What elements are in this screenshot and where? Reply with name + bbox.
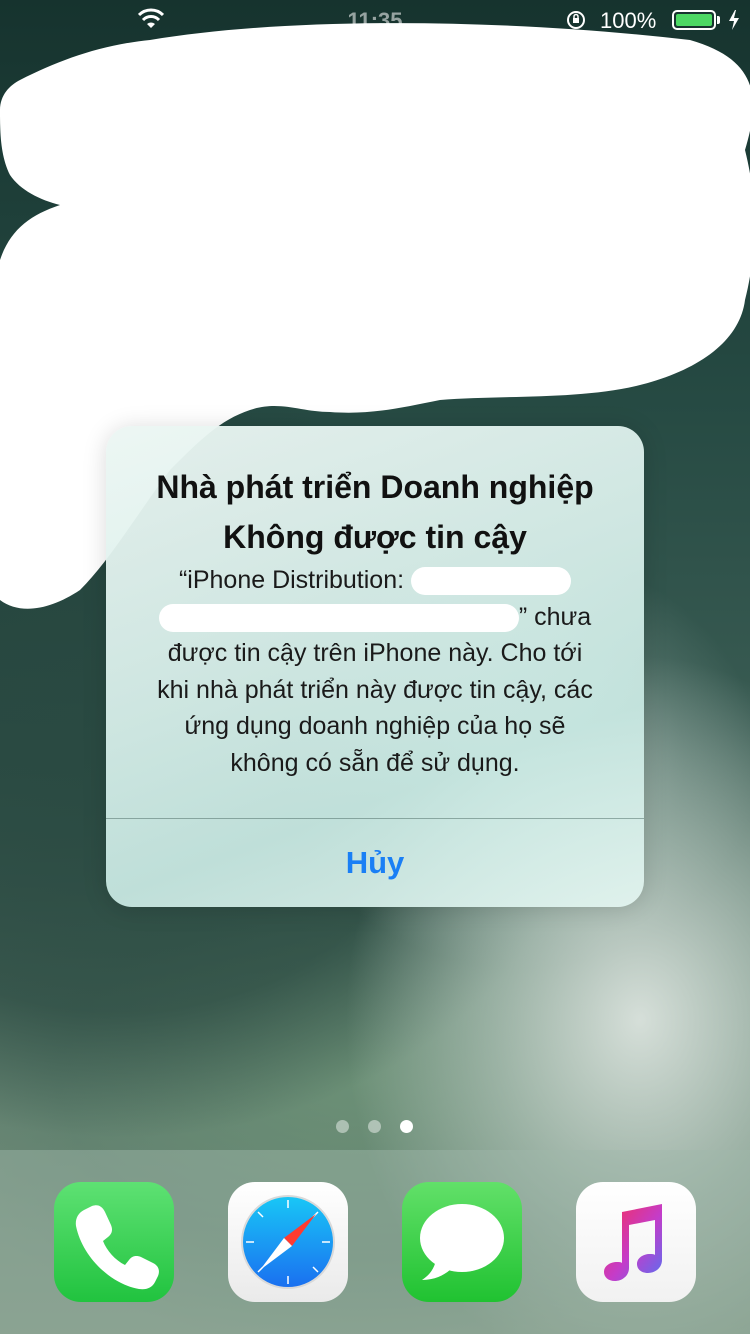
battery-tip <box>717 16 720 24</box>
wifi-icon <box>137 8 165 30</box>
message-line4: khi nhà phát triển này được tin cậy, các <box>157 675 593 704</box>
status-bar: 11:35 100% <box>0 0 750 40</box>
message-line5: ứng dụng doanh nghiệp của họ sẽ <box>184 712 566 740</box>
battery-percent: 100% <box>600 8 657 33</box>
page-dot-active <box>400 1120 413 1133</box>
status-time: 11:35 <box>347 8 403 33</box>
page-dot <box>336 1120 349 1133</box>
battery-icon <box>672 10 716 30</box>
charging-icon <box>727 9 741 31</box>
safari-icon <box>241 1195 335 1289</box>
orientation-lock-icon <box>566 10 586 30</box>
message-line3: được tin cậy trên iPhone này. Cho tới <box>167 639 583 667</box>
message-redaction <box>158 603 519 632</box>
page-indicator[interactable] <box>336 1120 416 1134</box>
message-line2-suffix: ” chưa <box>518 602 592 631</box>
battery-fill <box>676 14 712 26</box>
phone-app-icon[interactable] <box>54 1182 174 1302</box>
message-redaction <box>411 567 572 596</box>
safari-app-icon[interactable] <box>228 1182 348 1302</box>
untrusted-developer-alert: Nhà phát triển Doanh nghiệp Không được t… <box>106 426 644 907</box>
music-icon <box>604 1204 662 1281</box>
alert-title-line1: Nhà phát triển Doanh nghiệp <box>156 469 594 505</box>
messages-app-icon[interactable] <box>402 1182 522 1302</box>
music-app-icon[interactable] <box>576 1182 696 1302</box>
cancel-button[interactable]: Hủy <box>106 819 644 907</box>
message-prefix: “iPhone Distribution: <box>178 566 405 594</box>
alert-title: Nhà phát triển Doanh nghiệp Không được t… <box>136 462 614 562</box>
alert-title-line2: Không được tin cậy <box>223 519 527 555</box>
page-dot <box>368 1120 381 1133</box>
messages-icon <box>420 1204 504 1280</box>
message-line6: không có sẵn để sử dụng. <box>230 748 520 777</box>
phone-icon <box>75 1205 159 1290</box>
alert-message: “iPhone Distribution: ” chưa được tin cậ… <box>134 562 616 781</box>
